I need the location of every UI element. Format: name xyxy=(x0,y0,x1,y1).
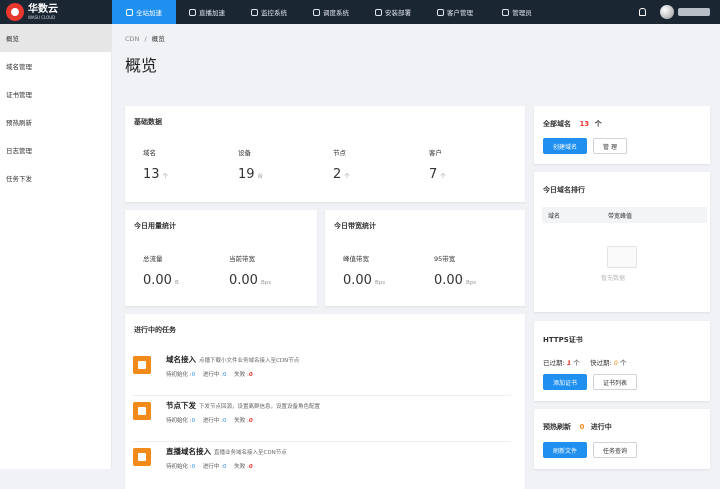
tasks-title: 进行中的任务 xyxy=(134,326,176,334)
users-icon xyxy=(437,8,444,16)
task-status: 待初始化 :0 进行中 :0 失败 :0 xyxy=(166,372,253,378)
empty-text: 暂无数据 xyxy=(601,275,626,282)
stat-current-bandwidth: 当前带宽 0.00 Bps xyxy=(229,255,272,288)
stat-customers: 客户 7个 xyxy=(429,149,446,182)
nav-item-customers[interactable]: 客户管理 xyxy=(424,0,486,24)
stat-total-traffic: 总流量 0.00 B xyxy=(143,255,179,288)
prefetch-summary: 预热刷新 0 进行中 xyxy=(543,423,612,431)
manage-domains-button[interactable]: 管 理 xyxy=(593,138,627,154)
usage-title: 今日用量统计 xyxy=(134,222,176,230)
bell-icon[interactable] xyxy=(639,8,646,16)
task-item-domain-access[interactable]: 域名接入 点播下载小文件业务域名接入至CDN节点 待初始化 :0 进行中 :0 失… xyxy=(133,352,511,396)
ranking-title: 今日域名排行 xyxy=(543,186,585,194)
video-icon xyxy=(189,8,196,16)
prefetch-card: 预热刷新 0 进行中 刷新文件 任务查询 xyxy=(534,409,710,469)
domains-card: 全部域名 13 个 创建域名 管 理 xyxy=(534,106,710,164)
nav-item-monitor[interactable]: 监控系统 xyxy=(238,0,300,24)
domain-ranking-card: 今日域名排行 域名 带宽峰值 暂无数据 xyxy=(534,172,710,312)
nav-item-admin[interactable]: 管理员 xyxy=(486,0,548,24)
sidebar-item-certificates[interactable]: 证书管理 xyxy=(0,80,111,108)
domains-summary: 全部域名 13 个 xyxy=(543,120,602,128)
https-title: HTTPS证书 xyxy=(543,336,583,344)
main-content: CDN / 概览 概览 基础数据 域名 13 个 设备 19 台 节点 2个 客户 … xyxy=(112,24,720,489)
certificate-list-button[interactable]: 证书列表 xyxy=(593,374,637,390)
task-status: 待初始化 :0 进行中 :0 失败 :0 xyxy=(166,418,253,424)
https-card: HTTPS证书 已过期: 1 个 快过期: 0 个 添加证书 证书列表 xyxy=(534,321,710,401)
add-certificate-button[interactable]: 添加证书 xyxy=(543,374,587,390)
stat-devices: 设备 19 台 xyxy=(238,149,264,182)
gear-icon xyxy=(375,8,382,16)
sidebar-item-logs[interactable]: 日志管理 xyxy=(0,136,111,164)
main-nav: 全站加速 直播加速 监控系统 调度系统 安装部署 客户管理 管理员 xyxy=(112,0,548,24)
box-icon xyxy=(133,402,151,420)
brand-name: 华数云 xyxy=(28,3,58,15)
box-icon xyxy=(133,448,151,466)
cloud-icon xyxy=(126,8,133,16)
stat-nodes: 节点 2个 xyxy=(333,149,350,182)
stat-domains: 域名 13 个 xyxy=(143,149,169,182)
task-item-node-dispatch[interactable]: 节点下发 下发节点回源，设置离群信息，设置设备角色配置 待初始化 :0 进行中 :… xyxy=(133,398,511,442)
brand-logo[interactable]: 华数云 WASU CLOUD xyxy=(0,0,112,24)
box-icon xyxy=(133,356,151,374)
sidebar-item-tasks[interactable]: 任务下发 xyxy=(0,164,111,192)
breadcrumb: CDN / 概览 xyxy=(125,35,165,43)
tasks-card: 进行中的任务 域名接入 点播下载小文件业务域名接入至CDN节点 待初始化 :0 进… xyxy=(125,314,525,489)
sidebar-item-overview[interactable]: 概览 xyxy=(0,24,111,52)
avatar xyxy=(660,5,674,19)
col-peak-bandwidth: 带宽峰值 xyxy=(608,213,633,220)
sidebar-item-prefetch[interactable]: 预热刷新 xyxy=(0,108,111,136)
nav-item-cdn[interactable]: 全站加速 xyxy=(112,0,176,24)
user-name-redacted xyxy=(678,8,710,16)
refresh-files-button[interactable]: 刷新文件 xyxy=(543,442,587,458)
dispatch-icon xyxy=(313,8,320,16)
top-navbar: 华数云 WASU CLOUD 全站加速 直播加速 监控系统 调度系统 安装部署 … xyxy=(0,0,720,24)
task-query-button[interactable]: 任务查询 xyxy=(593,442,637,458)
stat-95-bandwidth: 95带宽 0.00 Bps xyxy=(434,255,477,288)
admin-icon xyxy=(502,8,510,16)
col-domain: 域名 xyxy=(548,213,561,220)
nav-item-dispatch[interactable]: 调度系统 xyxy=(300,0,362,24)
basic-data-title: 基础数据 xyxy=(134,118,162,126)
page-title: 概览 xyxy=(125,56,158,75)
stat-peak-bandwidth: 峰值带宽 0.00 Bps xyxy=(343,255,386,288)
empty-inbox-icon xyxy=(607,246,637,268)
bandwidth-title: 今日带宽统计 xyxy=(334,222,376,230)
brand-name-en: WASU CLOUD xyxy=(28,14,56,20)
brand-logo-icon xyxy=(6,3,24,21)
breadcrumb-root[interactable]: CDN xyxy=(125,35,139,43)
create-domain-button[interactable]: 创建域名 xyxy=(543,138,587,154)
sidebar: 概览 域名管理 证书管理 预热刷新 日志管理 任务下发 xyxy=(0,24,112,469)
user-menu[interactable] xyxy=(660,5,710,19)
sidebar-item-domains[interactable]: 域名管理 xyxy=(0,52,111,80)
nav-item-deploy[interactable]: 安装部署 xyxy=(362,0,424,24)
https-summary: 已过期: 1 个 快过期: 0 个 xyxy=(543,359,627,367)
bolt-icon xyxy=(251,8,258,16)
nav-item-live[interactable]: 直播加速 xyxy=(176,0,238,24)
task-item-live-domain-access[interactable]: 直播域名接入 直播业务域名接入至CDN节点 待初始化 :0 进行中 :0 失败 :… xyxy=(133,444,511,488)
basic-data-card: 基础数据 域名 13 个 设备 19 台 节点 2个 客户 7个 xyxy=(125,106,525,202)
ranking-table-header: 域名 带宽峰值 xyxy=(542,207,707,223)
bandwidth-card: 今日带宽统计 峰值带宽 0.00 Bps 95带宽 0.00 Bps xyxy=(325,210,525,306)
breadcrumb-current: 概览 xyxy=(151,35,165,43)
usage-card: 今日用量统计 总流量 0.00 B 当前带宽 0.00 Bps xyxy=(125,210,317,306)
